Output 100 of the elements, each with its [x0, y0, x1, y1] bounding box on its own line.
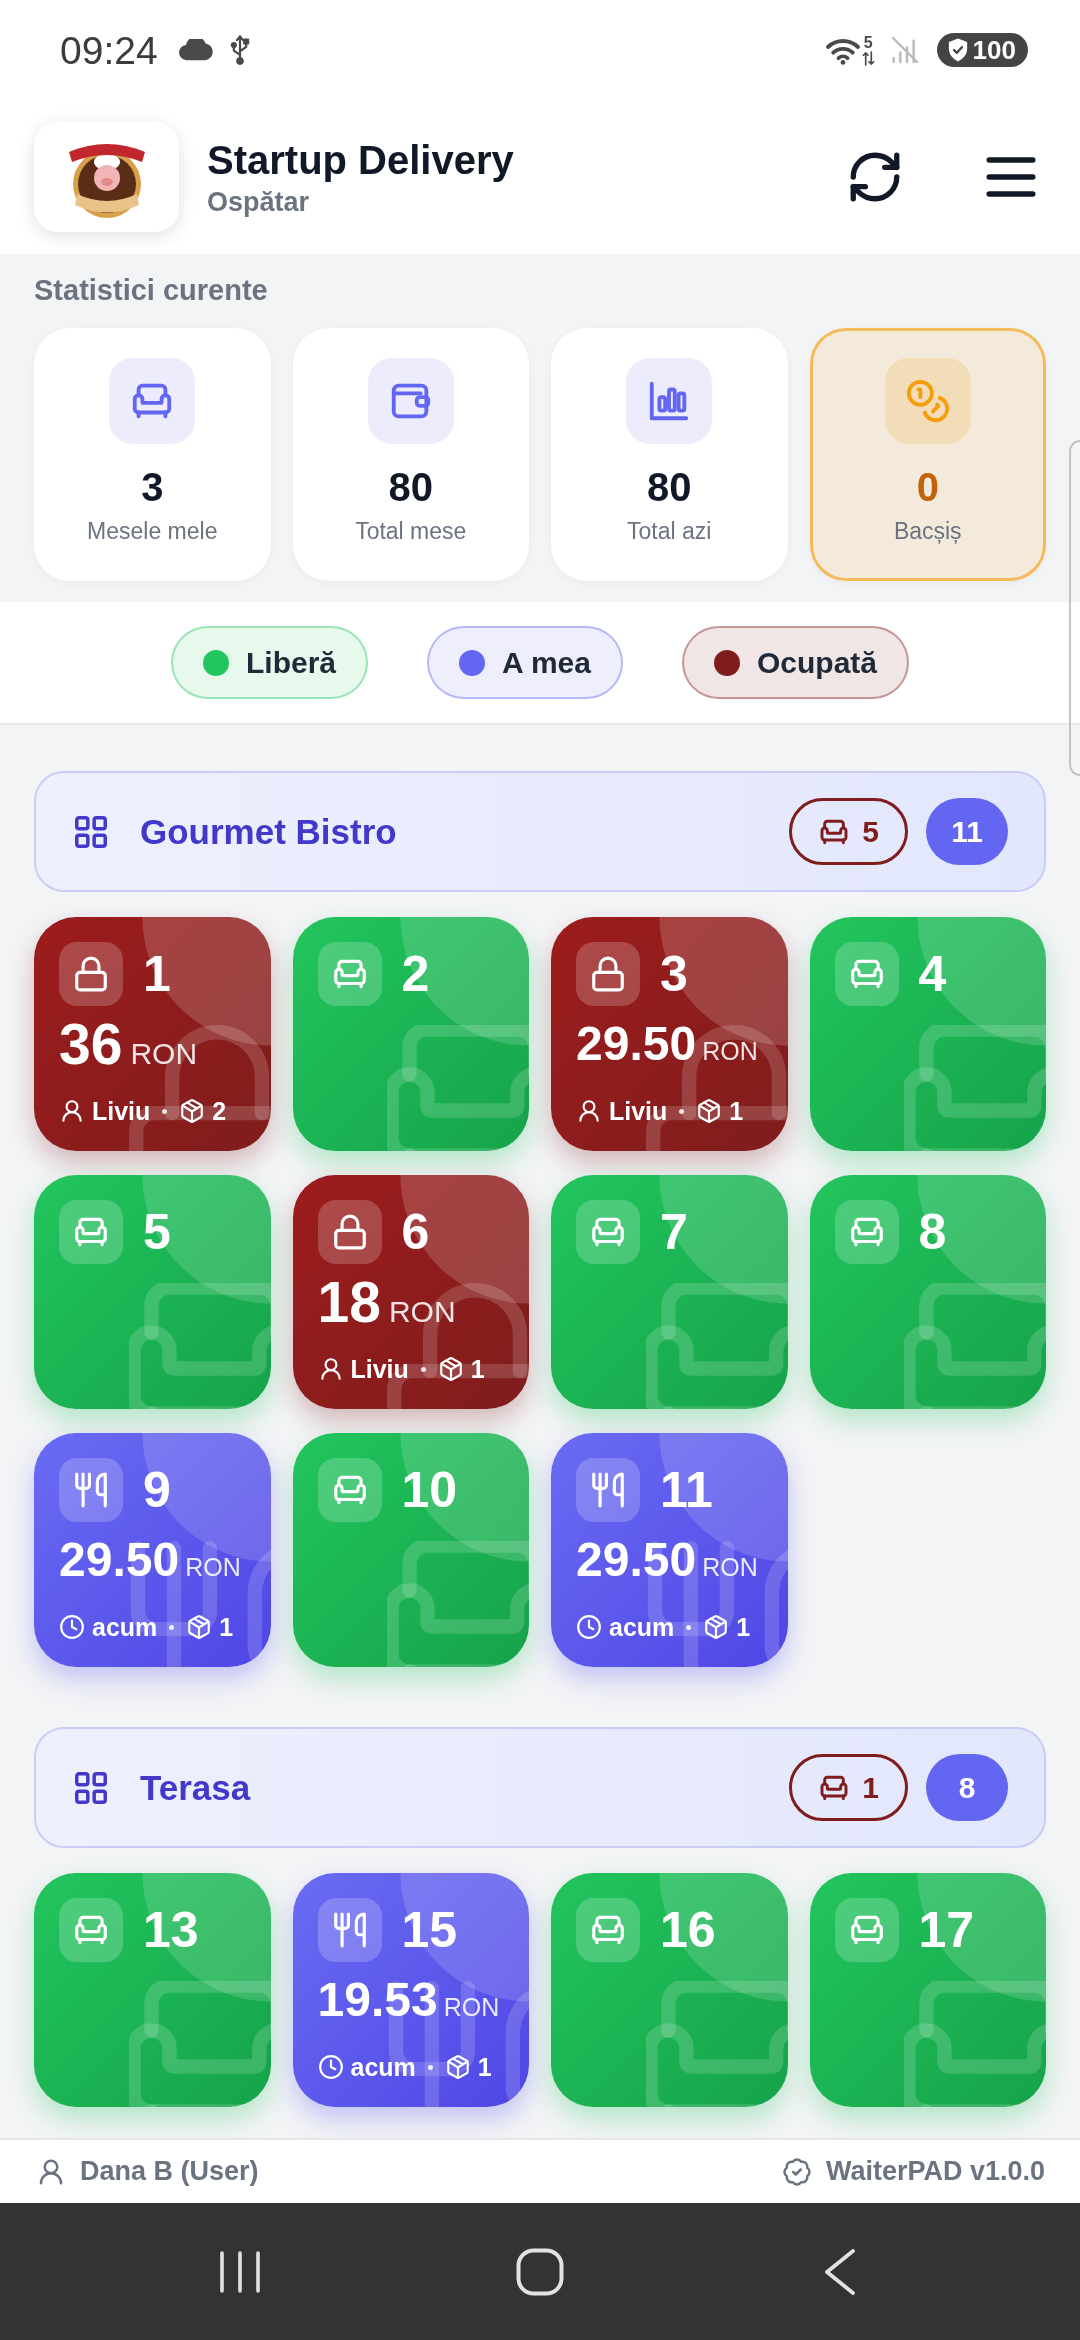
table-number: 13 — [143, 1905, 199, 1955]
table-tile[interactable]: 10 — [292, 1433, 529, 1667]
lock-icon — [317, 1200, 382, 1264]
table-number: 9 — [143, 1465, 171, 1515]
armchair-icon — [317, 942, 382, 1006]
back-icon[interactable] — [824, 2247, 856, 2296]
area-name: Terasa — [140, 1767, 251, 1808]
edge-panel-handle[interactable] — [1069, 440, 1080, 776]
lock-icon — [576, 942, 640, 1006]
cutlery-icon — [59, 1458, 123, 1522]
separator-dot-icon — [420, 1366, 426, 1372]
table-tile[interactable]: 6 18 RON Liviu 1 — [292, 1175, 529, 1409]
order-total: 29.50 — [576, 1020, 697, 1068]
table-number: 11 — [660, 1465, 713, 1515]
stat-label: Total mese — [355, 518, 467, 545]
stat-label: Bacșiș — [893, 518, 962, 545]
waiter-name: Liviu — [350, 1354, 409, 1384]
currency-label: RON — [185, 1553, 241, 1582]
box-icon — [444, 2054, 471, 2080]
table-tile[interactable]: 4 — [809, 917, 1046, 1151]
status-time: 09:24 — [60, 30, 158, 70]
table-tile[interactable]: 2 — [292, 917, 529, 1151]
stat-value: 80 — [647, 464, 692, 510]
waiter-name: Liviu — [92, 1096, 151, 1126]
table-number: 7 — [660, 1207, 688, 1257]
table-number: 16 — [660, 1905, 716, 1955]
table-tile[interactable]: 9 29.50 RON acum 1 — [34, 1433, 271, 1667]
clock-icon — [59, 1614, 85, 1640]
armchair-icon — [834, 1200, 899, 1264]
area-header[interactable]: Gourmet Bistro 5 11 — [34, 771, 1046, 892]
faded-armchair-icon — [128, 1283, 271, 1409]
table-tile[interactable]: 1 36 RON Liviu 2 — [34, 917, 271, 1151]
cutlery-icon — [317, 1898, 382, 1962]
occupied-count: 1 — [862, 1770, 879, 1805]
table-tile[interactable]: 13 — [34, 1873, 271, 2107]
stat-value: 3 — [141, 464, 164, 510]
faded-armchair-icon — [387, 1025, 529, 1151]
home-icon[interactable] — [516, 2247, 564, 2296]
table-tile[interactable]: 17 — [809, 1873, 1046, 2107]
box-icon — [437, 1356, 464, 1382]
armchair-icon — [59, 1200, 123, 1264]
app-version: WaiterPAD v1.0.0 — [825, 2156, 1045, 2187]
armchair-icon — [576, 1898, 640, 1962]
area-header[interactable]: Terasa 1 8 — [34, 1727, 1046, 1848]
table-tile[interactable]: 3 29.50 RON Liviu 1 — [551, 917, 788, 1151]
table-number: 8 — [918, 1207, 947, 1257]
currency-label: RON — [702, 1037, 758, 1066]
item-count: 1 — [729, 1096, 744, 1126]
person-icon — [59, 1098, 85, 1124]
box-icon — [186, 1614, 213, 1640]
stat-label: Mesele mele — [87, 518, 218, 545]
elapsed-time: acum — [350, 2052, 416, 2082]
box-icon — [696, 1098, 723, 1124]
table-number: 3 — [660, 949, 688, 999]
table-count-badge: 11 — [926, 798, 1008, 865]
table-tile[interactable]: 5 — [34, 1175, 271, 1409]
currency-label: RON — [702, 1553, 758, 1582]
currency-label: RON — [130, 1037, 198, 1071]
separator-dot-icon — [686, 1624, 692, 1630]
stat-value: 0 — [916, 464, 939, 510]
section-heading: Statistici curente — [34, 273, 268, 308]
table-number: 5 — [143, 1207, 171, 1257]
waiter-name: Liviu — [609, 1096, 668, 1126]
box-icon — [703, 1614, 730, 1640]
currency-label: RON — [388, 1295, 456, 1329]
cutlery-icon — [576, 1458, 640, 1522]
app-title: Startup Delivery — [207, 136, 514, 183]
cloud-icon — [177, 39, 214, 61]
user-role: Ospătar — [207, 186, 310, 218]
clock-icon — [576, 1614, 602, 1640]
item-count: 2 — [212, 1096, 227, 1126]
signed-in-user: Dana B (User) — [80, 2156, 259, 2187]
table-tile[interactable]: 11 29.50 RON acum 1 — [551, 1433, 788, 1667]
armchair-icon — [576, 1200, 640, 1264]
separator-dot-icon — [427, 2064, 433, 2070]
faded-armchair-icon — [904, 1025, 1046, 1151]
table-tile[interactable]: 8 — [809, 1175, 1046, 1409]
table-number: 1 — [143, 949, 171, 999]
separator-dot-icon — [169, 1624, 175, 1630]
box-icon — [179, 1098, 206, 1124]
table-tile[interactable]: 16 — [551, 1873, 788, 2107]
table-number: 2 — [401, 949, 430, 999]
legend-label: A mea — [502, 645, 591, 680]
order-total: 29.50 — [576, 1536, 697, 1584]
occupied-count: 5 — [862, 814, 879, 849]
separator-dot-icon — [162, 1108, 168, 1114]
stat-value: 80 — [388, 464, 433, 510]
recent-apps-icon[interactable] — [218, 2249, 262, 2294]
table-number: 10 — [401, 1465, 458, 1515]
table-number: 4 — [918, 949, 947, 999]
order-total: 18 — [317, 1274, 381, 1331]
item-count: 1 — [219, 1612, 234, 1642]
table-number: 6 — [401, 1207, 430, 1257]
legend-label: Ocupată — [756, 645, 877, 680]
item-count: 1 — [477, 2052, 492, 2082]
person-icon — [576, 1098, 602, 1124]
lock-icon — [59, 942, 123, 1006]
armchair-icon — [834, 1898, 899, 1962]
table-tile[interactable]: 7 — [551, 1175, 788, 1409]
currency-label: RON — [443, 1993, 500, 2022]
